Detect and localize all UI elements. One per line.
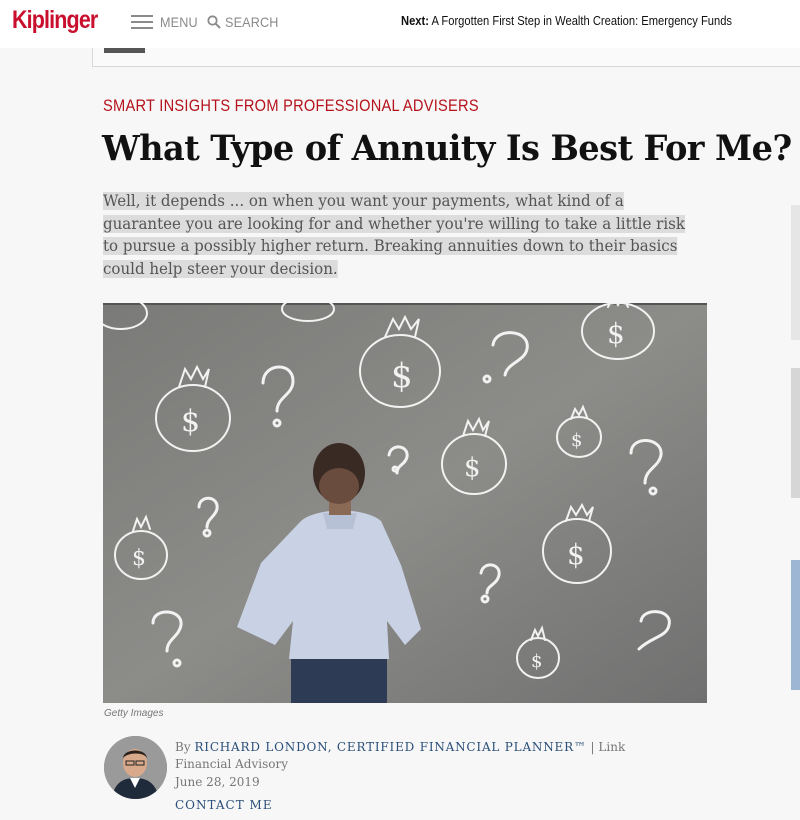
article-title: What Type of Annuity Is Best For Me? <box>102 128 792 169</box>
contact-me-link[interactable]: CONTACT ME <box>175 798 273 812</box>
next-article-title: A Forgotten First Step in Wealth Creatio… <box>431 13 733 28</box>
author-avatar[interactable] <box>104 736 167 799</box>
dek-line: to pursue a possibly higher return. Brea… <box>103 237 678 255</box>
svg-text:$: $ <box>531 651 542 672</box>
search-icon <box>207 15 221 29</box>
kiplinger-logo[interactable]: Kiplinger <box>12 6 98 35</box>
next-prefix: Next: <box>401 13 429 28</box>
hero-image: $ $ $ $ $ $ $ $ <box>103 303 707 703</box>
site-header: Kiplinger MENU SEARCH Next: A Forgotten … <box>0 0 800 48</box>
image-credit: Getty Images <box>104 708 164 719</box>
dek-line: Well, it depends ... on when you want yo… <box>103 192 624 210</box>
svg-text:$: $ <box>464 453 481 483</box>
next-article-link[interactable]: Next: A Forgotten First Step in Wealth C… <box>401 13 732 28</box>
svg-text:$: $ <box>181 404 200 439</box>
author-name-link[interactable]: RICHARD LONDON, CERTIFIED FINANCIAL PLAN… <box>194 740 586 754</box>
right-rail-edge <box>791 368 800 498</box>
search-button[interactable]: SEARCH <box>207 14 285 30</box>
publish-date: June 28, 2019 <box>175 775 260 789</box>
right-rail-edge <box>791 560 800 690</box>
article-kicker[interactable]: SMART INSIGHTS FROM PROFESSIONAL ADVISER… <box>103 96 479 116</box>
dek-line: guarantee you are looking for and whethe… <box>103 214 685 233</box>
dek-line: could help steer your decision. <box>103 259 338 278</box>
byline: By RICHARD LONDON, CERTIFIED FINANCIAL P… <box>175 739 675 773</box>
article-dek: Well, it depends ... on when you want yo… <box>103 190 685 280</box>
svg-text:$: $ <box>571 430 582 451</box>
subnav-indicator <box>104 48 145 53</box>
menu-button[interactable]: MENU <box>131 14 202 30</box>
right-rail-edge <box>791 205 800 340</box>
byline-separator: | <box>590 740 595 754</box>
svg-text:$: $ <box>391 356 413 396</box>
byline-by: By <box>175 740 191 754</box>
menu-label: MENU <box>160 14 198 30</box>
svg-text:$: $ <box>132 546 146 571</box>
subnav-bar <box>92 48 800 67</box>
search-label: SEARCH <box>225 14 279 30</box>
svg-text:$: $ <box>607 317 625 350</box>
hamburger-icon <box>131 15 153 29</box>
svg-text:$: $ <box>567 538 585 571</box>
